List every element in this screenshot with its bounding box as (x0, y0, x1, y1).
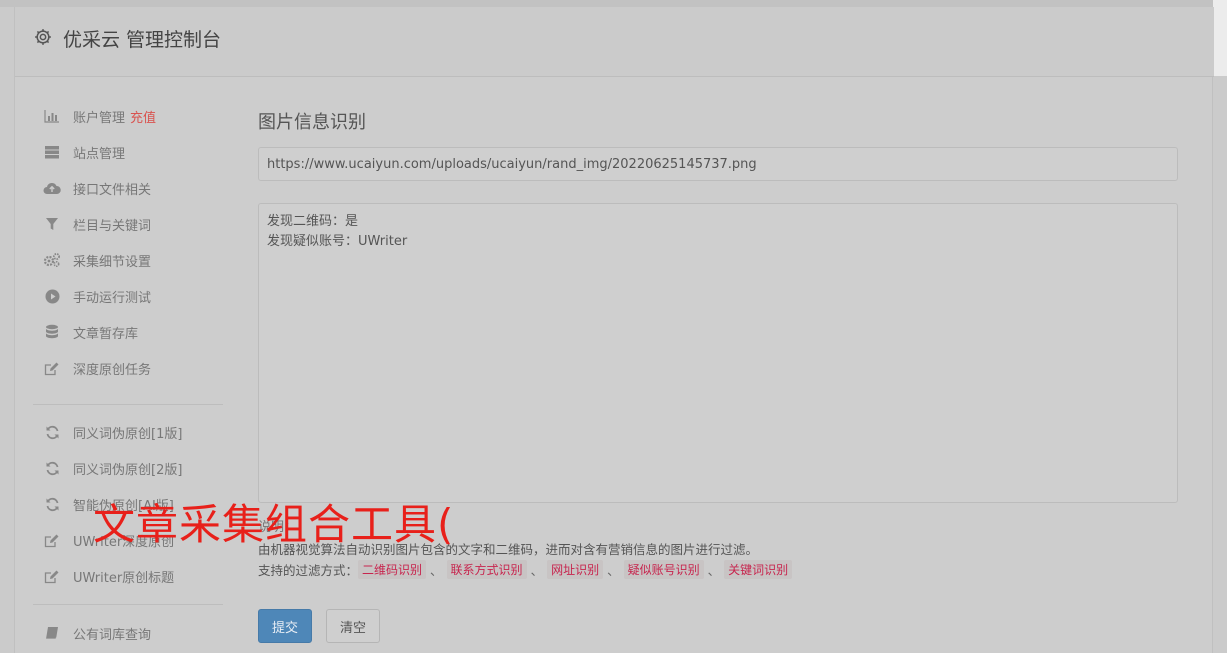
server-icon (43, 143, 61, 161)
console-panel: 优采云 管理控制台 账户管理 充值 站点管理 接口文件相关 栏目与关键词 采集细… (14, 7, 1214, 653)
sidebar-item-label: 同义词伪原创[2版] (73, 462, 183, 478)
edit-icon (43, 531, 61, 549)
watermark-overlay: 文章采集组合工具( (93, 500, 455, 549)
filter-icon (43, 215, 61, 233)
sidebar-item-label: 站点管理 (73, 146, 126, 162)
gears-icon (43, 251, 61, 269)
mode-tag: 联系方式识别 (446, 560, 527, 579)
mode-tag: 二维码识别 (358, 560, 427, 579)
submit-button[interactable]: 提交 (258, 609, 312, 643)
mode-tag: 关键词识别 (724, 560, 793, 579)
sidebar-item-collect-settings[interactable]: 采集细节设置 (33, 248, 223, 272)
sidebar-item-label: 栏目与关键词 (73, 218, 152, 234)
filter-modes: 支持的过滤方式： 二维码识别 、 联系方式识别 、 网址识别 、 疑似账号识别 … (258, 560, 793, 579)
mode-tag: 网址识别 (547, 560, 604, 579)
refresh-icon (43, 423, 61, 441)
sidebar-item-uwriter-title[interactable]: UWriter原创标题 (33, 564, 223, 588)
bar-chart-icon (43, 107, 61, 125)
sidebar-item-synonym-v2[interactable]: 同义词伪原创[2版] (33, 456, 223, 480)
mode-tag: 疑似账号识别 (623, 560, 704, 579)
modes-label: 支持的过滤方式： (258, 563, 359, 578)
clear-button[interactable]: 清空 (326, 609, 380, 643)
result-line: 发现二维码：是 (267, 214, 359, 229)
image-url-input[interactable] (258, 147, 1178, 181)
page-title: 优采云 管理控制台 (63, 29, 222, 51)
play-circle-icon (43, 287, 61, 305)
sidebar-item-label: 同义词伪原创[1版] (73, 426, 183, 442)
database-icon (43, 323, 61, 341)
sidebar-item-label: 深度原创任务 (73, 362, 152, 378)
sidebar-divider (33, 604, 223, 605)
sidebar-item-label: 账户管理 (73, 110, 126, 126)
sidebar-item-sites[interactable]: 站点管理 (33, 140, 223, 164)
refresh-icon (43, 495, 61, 513)
sidebar-item-deep-original[interactable]: 深度原创任务 (33, 356, 223, 380)
top-strip (0, 0, 1227, 7)
sidebar-item-public-lexicon[interactable]: 公有词库查询 (33, 621, 223, 645)
gear-icon (35, 29, 51, 45)
result-line: 发现疑似账号：UWriter (267, 234, 408, 249)
edit-icon (43, 359, 61, 377)
sidebar-item-label: UWriter原创标题 (73, 570, 175, 586)
sidebar-item-columns[interactable]: 栏目与关键词 (33, 212, 223, 236)
sidebar-item-label: 文章暂存库 (73, 326, 139, 342)
book-icon (43, 624, 61, 642)
recharge-link[interactable]: 充值 (130, 107, 156, 126)
section-title: 图片信息识别 (258, 112, 366, 133)
sidebar-item-label: 手动运行测试 (73, 290, 152, 306)
sidebar-item-label: 接口文件相关 (73, 182, 152, 198)
header: 优采云 管理控制台 (15, 7, 1214, 77)
cloud-upload-icon (43, 179, 61, 197)
result-textarea[interactable]: 发现二维码：是 发现疑似账号：UWriter (258, 203, 1178, 503)
sidebar-item-account[interactable]: 账户管理 充值 (33, 104, 223, 128)
sidebar-item-label: 采集细节设置 (73, 254, 152, 270)
sidebar-item-interface[interactable]: 接口文件相关 (33, 176, 223, 200)
sidebar-divider (33, 404, 223, 405)
sidebar-item-synonym-v1[interactable]: 同义词伪原创[1版] (33, 420, 223, 444)
edit-icon (43, 567, 61, 585)
sidebar-item-label: 公有词库查询 (73, 627, 152, 643)
refresh-icon (43, 459, 61, 477)
right-strip (1213, 0, 1227, 76)
sidebar-item-manual-run[interactable]: 手动运行测试 (33, 284, 223, 308)
sidebar-item-article-store[interactable]: 文章暂存库 (33, 320, 223, 344)
